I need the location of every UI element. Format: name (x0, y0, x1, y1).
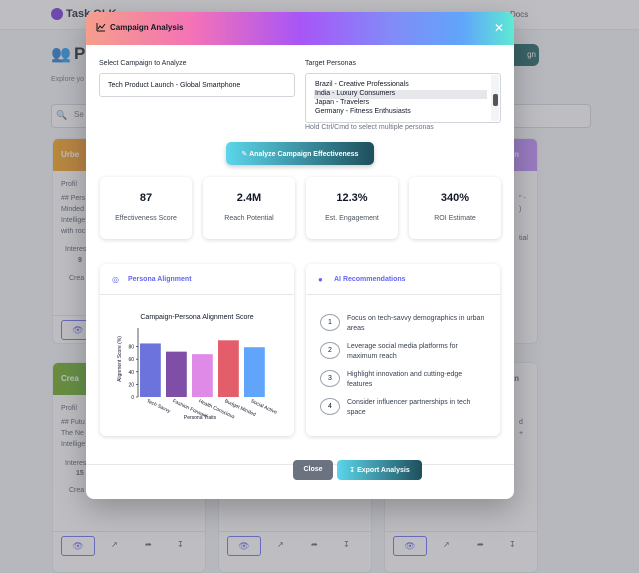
metric-label: Est. Engagement (325, 215, 379, 222)
persona-alignment-panel: ◎ Persona Alignment Campaign-Persona Ali… (100, 264, 294, 436)
persona-option[interactable]: Japan - Travelers (314, 99, 487, 108)
personas-hint: Hold Ctrl/Cmd to select multiple persona… (305, 124, 434, 131)
chart-title: Campaign-Persona Alignment Score (140, 314, 253, 321)
panel-title: Persona Alignment (128, 276, 192, 283)
chart-y-axis-label: Alignment Score (%) (117, 336, 123, 382)
metric-card-engagement: 12.3% Est. Engagement (306, 177, 398, 239)
metric-value: 340% (440, 192, 470, 204)
campaign-analysis-modal: Campaign Analysis ✕ Select Campaign to A… (86, 12, 514, 499)
target-icon: ◎ (112, 275, 119, 284)
metric-value: 87 (139, 192, 153, 204)
recommendation-text: Consider influencer partnerships in tech… (347, 399, 471, 416)
chart-x-tick-label: Tech Savvy (146, 398, 172, 414)
alignment-bar-chart: Campaign-Persona Alignment Score Alignme… (117, 314, 278, 421)
recommendation-number: 4 (320, 398, 340, 415)
metric-card-effectiveness: 87 Effectiveness Score (100, 177, 192, 239)
recommendation-text: Highlight innovation and cutting-edge fe… (347, 371, 463, 388)
chart-y-tick-label: 80 (128, 345, 134, 351)
chart-y-tick-label: 20 (128, 382, 134, 388)
metric-label: ROI Estimate (434, 215, 476, 222)
chart-bar (192, 354, 213, 397)
persona-scrollbar-thumb[interactable] (493, 94, 498, 106)
recommendation-text: Focus on tech-savvy demographics in urba… (347, 315, 485, 332)
metric-label: Reach Potential (224, 215, 274, 222)
download-icon: ↧ (349, 467, 356, 474)
recommendation-text: Leverage social media platforms for maxi… (347, 343, 458, 360)
panel-header: ● AI Recommendations (306, 264, 500, 295)
line-chart-icon (96, 22, 106, 35)
target-personas-label: Target Personas (305, 60, 356, 67)
ai-recommendations-panel: ● AI Recommendations 1 Focus on tech-sav… (306, 264, 500, 436)
close-button[interactable]: Close (293, 460, 333, 480)
persona-option-selected[interactable]: India - Luxury Consumers (314, 90, 487, 99)
target-personas-multiselect[interactable]: Brazil - Creative Professionals India - … (305, 73, 501, 123)
chart-y-tick-label: 40 (128, 370, 134, 376)
recommendation-number: 2 (320, 342, 340, 359)
analyze-button-label: Analyze Campaign Effectiveness (249, 151, 359, 158)
chart-bar (140, 343, 161, 397)
analyze-campaign-button[interactable]: ✎ Analyze Campaign Effectiveness (226, 142, 374, 165)
export-analysis-button[interactable]: ↧ Export Analysis (337, 460, 422, 480)
recommendation-number: 3 (320, 370, 340, 387)
panel-header: ◎ Persona Alignment (100, 264, 294, 295)
chart-bar (166, 351, 187, 397)
persona-option[interactable]: Germany - Fitness Enthusiasts (314, 108, 487, 117)
persona-option[interactable]: Brazil - Creative Professionals (314, 81, 487, 90)
metric-value: 12.3% (336, 192, 368, 204)
lightbulb-icon: ● (318, 275, 323, 284)
metric-card-reach: 2.4M Reach Potential (203, 177, 295, 239)
campaign-select-label: Select Campaign to Analyze (99, 60, 187, 67)
close-icon[interactable]: ✕ (494, 21, 504, 35)
metric-value: 2.4M (236, 192, 262, 204)
metric-card-roi: 340% ROI Estimate (409, 177, 501, 239)
export-button-label: Export Analysis (357, 467, 410, 474)
campaign-select[interactable]: Tech Product Launch - Global Smartphone (99, 73, 295, 97)
panel-title: AI Recommendations (334, 276, 406, 283)
chart-y-tick-label: 0 (131, 395, 134, 401)
chart-bar (218, 340, 239, 397)
metric-label: Effectiveness Score (115, 215, 177, 222)
modal-title: Campaign Analysis (110, 23, 184, 32)
chart-bar (244, 347, 265, 397)
recommendation-number: 1 (320, 314, 340, 331)
chart-y-tick-label: 60 (128, 357, 134, 363)
pencil-icon: ✎ (241, 151, 248, 158)
modal-header: Campaign Analysis ✕ (86, 12, 514, 45)
